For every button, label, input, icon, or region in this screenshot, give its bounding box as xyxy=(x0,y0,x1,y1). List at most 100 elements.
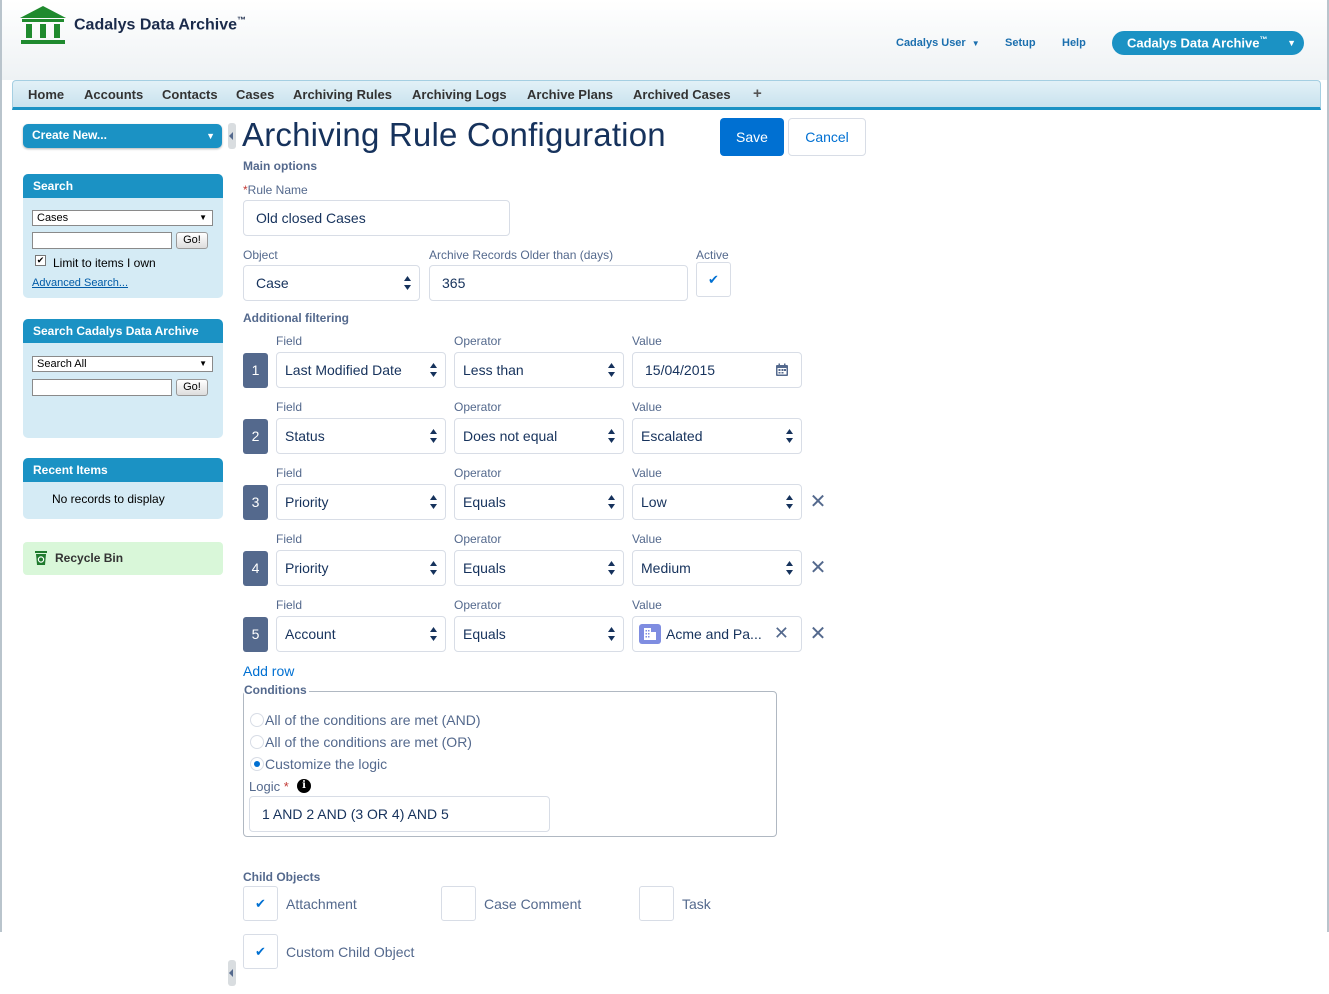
filter-value-lookup[interactable]: Acme and Pa... ✕ xyxy=(632,616,802,652)
tab-bar: Home Accounts Contacts Cases Archiving R… xyxy=(12,80,1321,110)
tab-archive-plans[interactable]: Archive Plans xyxy=(527,87,613,102)
older-than-label: Archive Records Older than (days) xyxy=(429,248,614,262)
select-arrows-icon xyxy=(430,495,437,509)
filter-field-select[interactable]: Priority xyxy=(276,484,446,520)
chevron-down-icon: ▼ xyxy=(1287,38,1296,48)
tab-archived-cases[interactable]: Archived Cases xyxy=(633,87,731,102)
filter-value-select[interactable]: Escalated xyxy=(632,418,802,454)
tab-archiving-rules[interactable]: Archiving Rules xyxy=(293,87,392,102)
sidebar-collapse-handle-bottom[interactable] xyxy=(228,960,236,986)
condition-or-label: All of the conditions are met (OR) xyxy=(265,734,472,750)
limit-to-owned-label: Limit to items I own xyxy=(53,256,156,270)
select-arrows-icon xyxy=(608,495,615,509)
limit-to-owned-checkbox[interactable]: ✔ xyxy=(35,255,46,266)
attachment-checkbox[interactable]: ✔ xyxy=(243,886,278,921)
filter-operator-select[interactable]: Equals xyxy=(454,616,624,652)
additional-filtering-heading: Additional filtering xyxy=(243,311,349,325)
older-than-input[interactable]: 365 xyxy=(429,265,688,301)
info-icon[interactable]: i xyxy=(297,779,311,793)
condition-and-radio[interactable] xyxy=(250,713,264,727)
cancel-button[interactable]: Cancel xyxy=(788,118,866,156)
sidebar-archive-search-title: Search Cadalys Data Archive xyxy=(23,319,223,343)
user-menu[interactable]: Cadalys User ▼ xyxy=(896,37,980,49)
frame-border-left xyxy=(0,0,2,932)
task-checkbox[interactable] xyxy=(639,886,674,921)
active-checkbox[interactable]: ✔ xyxy=(696,262,731,297)
filter-field-select[interactable]: Last Modified Date xyxy=(276,352,446,388)
filter-operator-select[interactable]: Equals xyxy=(454,550,624,586)
tab-archiving-logs[interactable]: Archiving Logs xyxy=(412,87,507,102)
filter-row-number: 1 xyxy=(243,353,268,388)
sidebar-search-title: Search xyxy=(23,174,223,198)
child-objects-heading: Child Objects xyxy=(243,870,321,884)
advanced-search-link[interactable]: Advanced Search... xyxy=(32,277,128,289)
search-scope-select[interactable]: Cases ▼ xyxy=(32,210,213,226)
checkmark-icon: ✔ xyxy=(255,896,266,911)
custom-child-object-label: Custom Child Object xyxy=(286,944,415,960)
remove-row-icon[interactable]: ✕ xyxy=(809,558,827,578)
search-go-button[interactable]: Go! xyxy=(176,232,208,249)
filter-field-label: Field xyxy=(276,532,303,546)
select-arrows-icon xyxy=(786,495,793,509)
remove-row-icon[interactable]: ✕ xyxy=(809,624,827,644)
object-select[interactable]: Case xyxy=(243,265,420,301)
filter-value-label: Value xyxy=(632,334,662,348)
setup-link[interactable]: Setup xyxy=(1005,37,1036,49)
filter-operator-select[interactable]: Less than xyxy=(454,352,624,388)
filter-value-select[interactable]: Low xyxy=(632,484,802,520)
archive-search-scope-select[interactable]: Search All ▼ xyxy=(32,356,213,372)
filter-field-label: Field xyxy=(276,598,303,612)
rule-name-input[interactable]: Old closed Cases xyxy=(243,200,510,236)
archive-search-go-button[interactable]: Go! xyxy=(176,379,208,396)
add-tab-icon[interactable]: + xyxy=(753,85,762,102)
condition-custom-radio[interactable] xyxy=(250,757,264,771)
object-label: Object xyxy=(243,248,278,262)
recycle-bin-link[interactable]: Recycle Bin xyxy=(23,542,223,575)
filter-operator-select[interactable]: Does not equal xyxy=(454,418,624,454)
select-arrows-icon xyxy=(430,561,437,575)
archive-search-input[interactable] xyxy=(32,379,172,396)
remove-row-icon[interactable]: ✕ xyxy=(809,492,827,512)
select-arrows-icon xyxy=(430,363,437,377)
calendar-icon[interactable] xyxy=(775,363,789,377)
search-input[interactable] xyxy=(32,232,172,249)
filter-field-label: Field xyxy=(276,334,303,348)
clear-lookup-icon[interactable]: ✕ xyxy=(774,623,789,644)
case-comment-checkbox[interactable] xyxy=(441,886,476,921)
chevron-down-icon: ▼ xyxy=(206,131,215,141)
case-comment-label: Case Comment xyxy=(484,896,582,912)
custom-child-object-checkbox[interactable]: ✔ xyxy=(243,934,278,969)
recent-items-box: Recent Items No records to display xyxy=(23,458,223,519)
select-arrows-icon xyxy=(608,429,615,443)
sidebar-collapse-handle[interactable] xyxy=(228,123,236,149)
filter-value-select[interactable]: Medium xyxy=(632,550,802,586)
tab-accounts[interactable]: Accounts xyxy=(84,87,143,102)
filter-value-date-input[interactable]: 15/04/2015 xyxy=(632,352,802,388)
tab-home[interactable]: Home xyxy=(28,87,64,102)
select-arrows-icon xyxy=(608,627,615,641)
conditions-legend: Conditions xyxy=(244,683,309,697)
filter-value-label: Value xyxy=(632,466,662,480)
app-menu-button[interactable]: Cadalys Data Archive™ ▼ xyxy=(1112,31,1304,55)
select-arrows-icon xyxy=(430,429,437,443)
sidebar-search-box: Search Cases ▼ Go! ✔ Limit to items I own… xyxy=(23,174,223,298)
tab-cases[interactable]: Cases xyxy=(236,87,274,102)
help-link[interactable]: Help xyxy=(1062,37,1086,49)
filter-operator-select[interactable]: Equals xyxy=(454,484,624,520)
tab-contacts[interactable]: Contacts xyxy=(162,87,218,102)
filter-field-select[interactable]: Account xyxy=(276,616,446,652)
checkmark-icon: ✔ xyxy=(255,944,266,959)
chevron-down-icon: ▼ xyxy=(199,213,207,222)
recent-items-empty: No records to display xyxy=(52,492,165,506)
logic-input[interactable]: 1 AND 2 AND (3 OR 4) AND 5 xyxy=(249,796,550,832)
chevron-down-icon: ▼ xyxy=(971,39,980,48)
create-new-button[interactable]: Create New... ▼ xyxy=(23,124,222,148)
save-button[interactable]: Save xyxy=(720,118,784,156)
filter-field-select[interactable]: Status xyxy=(276,418,446,454)
select-arrows-icon xyxy=(430,627,437,641)
logic-label: Logic * xyxy=(249,779,289,794)
condition-or-radio[interactable] xyxy=(250,735,264,749)
account-building-icon xyxy=(639,624,661,644)
filter-field-select[interactable]: Priority xyxy=(276,550,446,586)
add-row-link[interactable]: Add row xyxy=(243,663,294,679)
